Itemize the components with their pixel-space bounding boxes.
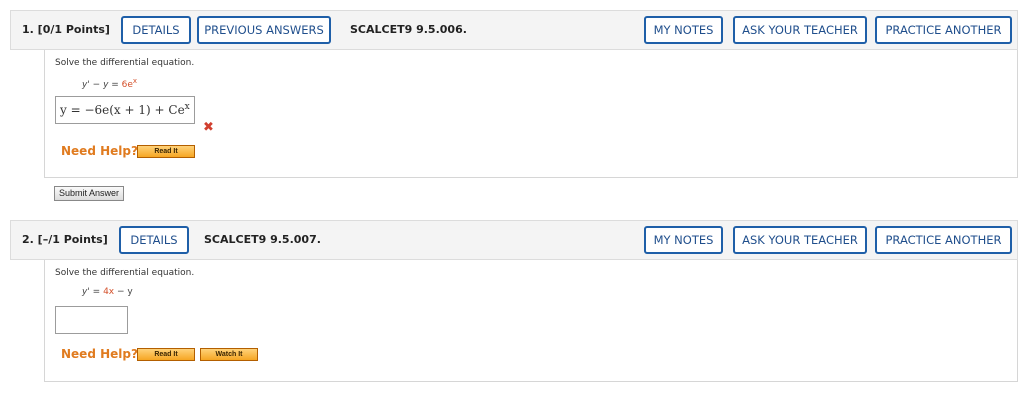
practice-another-button[interactable]: PRACTICE ANOTHER <box>875 16 1012 44</box>
read-it-button[interactable]: Read It <box>137 348 195 361</box>
equation-rhs-rest: − y <box>114 287 133 297</box>
read-it-button[interactable]: Read It <box>137 145 195 158</box>
practice-another-button[interactable]: PRACTICE ANOTHER <box>875 226 1012 254</box>
equation-rhs: 6e <box>121 80 133 90</box>
equation-lhs: y' − y <box>82 80 109 90</box>
details-button[interactable]: DETAILS <box>119 226 189 254</box>
equation-equals: = <box>108 80 122 90</box>
question-1-code: SCALCET9 9.5.006. <box>350 23 467 36</box>
question-1-number-points: 1. [0/1 Points] <box>22 23 110 36</box>
question-2-code: SCALCET9 9.5.007. <box>204 233 321 246</box>
answer-main: y = −6e(x + 1) + Ce <box>60 103 185 117</box>
question-2-number-points: 2. [–/1 Points] <box>22 233 108 246</box>
need-help-label: Need Help? <box>61 144 138 158</box>
question-1-header: 1. [0/1 Points] DETAILS PREVIOUS ANSWERS… <box>10 10 1018 50</box>
answer-value: y = −6e(x + 1) + Cex <box>60 102 190 117</box>
question-1-prompt: Solve the differential equation. <box>55 58 195 68</box>
equation-equals: = <box>89 287 104 297</box>
question-1-body: Solve the differential equation. y' − y … <box>44 50 1018 178</box>
details-button[interactable]: DETAILS <box>121 16 191 44</box>
question-2-header: 2. [–/1 Points] DETAILS SCALCET9 9.5.007… <box>10 220 1018 260</box>
watch-it-button[interactable]: Watch It <box>200 348 258 361</box>
question-2-body: Solve the differential equation. y' = 4x… <box>44 260 1018 382</box>
equation-rhs-exponent: x <box>132 77 138 85</box>
equation-lhs: y' <box>82 287 90 297</box>
need-help-label: Need Help? <box>61 347 138 361</box>
my-notes-button[interactable]: MY NOTES <box>644 16 723 44</box>
answer-input[interactable] <box>55 306 128 334</box>
ask-your-teacher-button[interactable]: ASK YOUR TEACHER <box>733 16 867 44</box>
my-notes-button[interactable]: MY NOTES <box>644 226 723 254</box>
answer-input[interactable]: y = −6e(x + 1) + Cex <box>55 96 195 124</box>
question-1-equation: y' − y = 6ex <box>82 77 137 90</box>
previous-answers-button[interactable]: PREVIOUS ANSWERS <box>197 16 331 44</box>
incorrect-icon: ✖ <box>203 120 214 135</box>
equation-rhs: 4x <box>103 287 115 297</box>
submit-answer-button[interactable]: Submit Answer <box>54 186 125 201</box>
question-2-prompt: Solve the differential equation. <box>55 268 195 278</box>
answer-exponent: x <box>184 102 190 112</box>
question-2-equation: y' = 4x − y <box>82 287 133 297</box>
ask-your-teacher-button[interactable]: ASK YOUR TEACHER <box>733 226 867 254</box>
